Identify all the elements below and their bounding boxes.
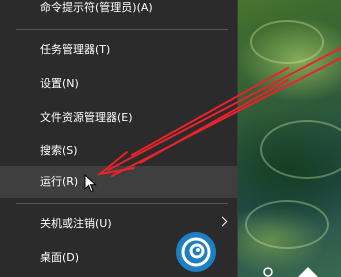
watermark-logo-icon bbox=[176, 232, 216, 272]
tray-arrow-icon[interactable] bbox=[298, 267, 318, 277]
annotation-arrow-line bbox=[139, 79, 289, 164]
mouse-pointer-icon bbox=[84, 174, 97, 193]
taskbar-tray bbox=[263, 267, 318, 277]
tray-icon[interactable] bbox=[263, 267, 273, 277]
red-arrow-icon bbox=[96, 47, 341, 177]
annotation-arrow-line bbox=[131, 67, 289, 156]
annotation-arrow-head bbox=[96, 151, 135, 176]
annotation-arrow-line bbox=[107, 47, 341, 171]
